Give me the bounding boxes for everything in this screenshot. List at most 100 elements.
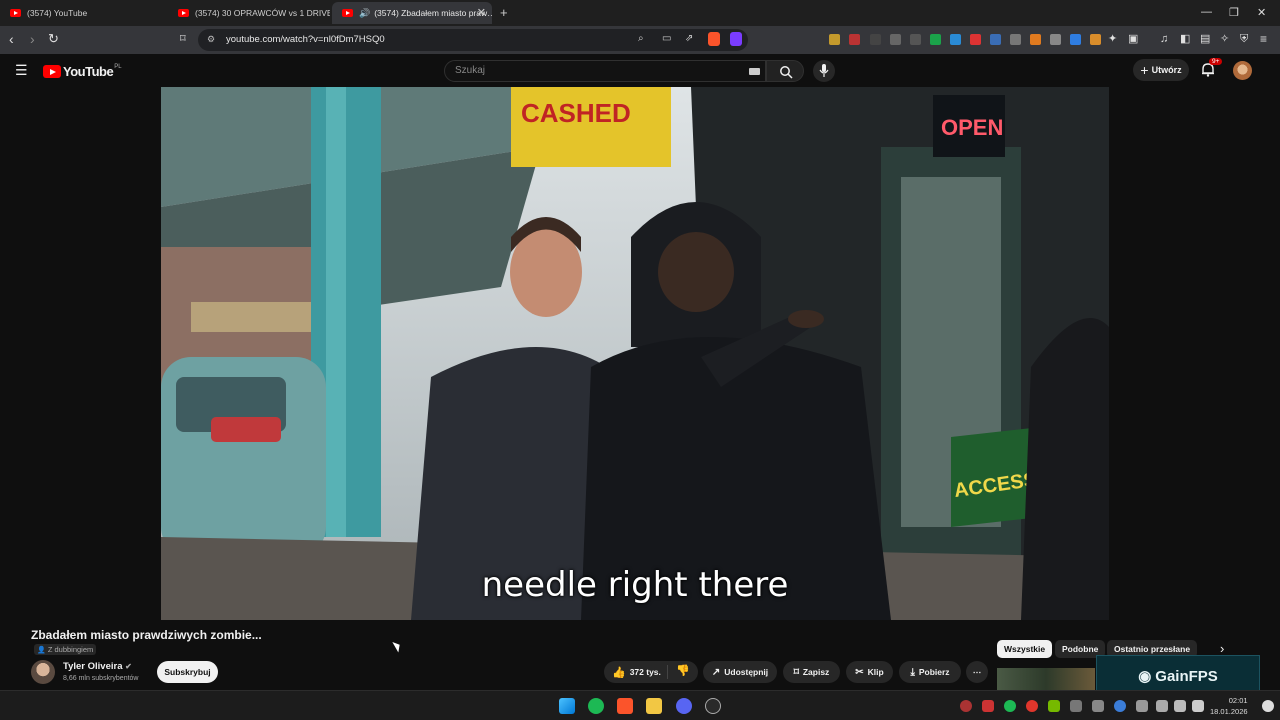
close-window-icon[interactable]: ✕ xyxy=(1257,6,1266,19)
share-page-icon[interactable]: ⇗ xyxy=(685,33,693,44)
bookmark-icon[interactable]: ⌑ xyxy=(180,32,186,46)
tray-nvidia-icon[interactable] xyxy=(1048,700,1060,712)
save-button[interactable]: ⌑ Zapisz xyxy=(783,661,840,683)
extensions-puzzle-icon[interactable]: ✦ xyxy=(1108,32,1117,46)
tray-steam-icon[interactable] xyxy=(1114,700,1126,712)
brave-shields-icon[interactable] xyxy=(708,32,720,46)
screenshot-icon[interactable]: ▣ xyxy=(1128,32,1138,46)
brave-rewards-icon[interactable] xyxy=(730,32,742,46)
channel-name[interactable]: Tyler Oliveira ✔ xyxy=(63,661,132,672)
extension-icon[interactable] xyxy=(910,34,921,45)
youtube-logo-icon xyxy=(43,65,61,78)
download-button[interactable]: ⤓ Pobierz xyxy=(899,661,961,683)
clock[interactable]: 02:01 18.01.2026 xyxy=(1210,695,1248,717)
reload-icon[interactable]: ↻ xyxy=(48,32,59,46)
extension-icon[interactable] xyxy=(970,34,981,45)
video-title: Zbadałem miasto prawdziwych zombie... xyxy=(31,628,262,642)
keyboard-icon[interactable] xyxy=(749,68,760,75)
thumbs-down-icon[interactable]: 👎 xyxy=(676,664,690,677)
volume-icon[interactable] xyxy=(1192,700,1204,712)
chevron-right-icon[interactable]: › xyxy=(1220,641,1224,656)
file-explorer-icon[interactable] xyxy=(646,698,662,714)
video-frame-image: CASHED OPEN ACCESS xyxy=(161,87,1109,620)
address-bar[interactable]: ⚙ youtube.com/watch?v=nl0fDm7HSQ0 ⌕ ▭ ⇗ xyxy=(198,29,748,51)
extension-icon[interactable] xyxy=(1030,34,1041,45)
more-actions-button[interactable]: ⋯ xyxy=(966,661,988,683)
extension-icon[interactable] xyxy=(1010,34,1021,45)
subscribe-button[interactable]: Subskrybuj xyxy=(157,661,218,683)
video-player[interactable]: CASHED OPEN ACCESS needle right there xyxy=(161,87,1109,620)
create-button[interactable]: + Utwórz xyxy=(1133,59,1189,81)
extension-icon[interactable] xyxy=(829,34,840,45)
notifications-button[interactable]: 9+ xyxy=(1201,58,1223,82)
voice-search-button[interactable] xyxy=(813,60,835,82)
recommended-thumbnail[interactable] xyxy=(997,668,1095,690)
download-icon: ⤓ xyxy=(910,666,915,678)
back-icon[interactable]: ‹ xyxy=(9,32,14,46)
vpn-icon[interactable]: ⛨ xyxy=(1240,32,1248,46)
tray-mic-icon[interactable] xyxy=(1156,700,1168,712)
leo-ai-icon[interactable]: ✧ xyxy=(1220,32,1229,46)
tray-app-icon[interactable] xyxy=(982,700,994,712)
wallet-icon[interactable]: ▤ xyxy=(1200,32,1210,46)
restore-icon[interactable]: ❐ xyxy=(1229,6,1239,19)
clock-date: 18.01.2026 xyxy=(1210,707,1248,716)
dub-badge: 👤 Z dubbingiem xyxy=(34,644,97,655)
save-label: Zapisz xyxy=(802,667,830,677)
close-tab-icon[interactable]: ✕ xyxy=(477,6,486,19)
tab-youtube-home[interactable]: (3574) YouTube xyxy=(0,2,168,24)
tray-app-icon[interactable] xyxy=(1026,700,1038,712)
cast-icon[interactable]: ▭ xyxy=(662,33,671,44)
extension-icon[interactable] xyxy=(1090,34,1101,45)
menu-icon[interactable]: ≡ xyxy=(1260,32,1267,46)
windows-start-icon[interactable] xyxy=(559,698,575,714)
region-code: PL xyxy=(114,64,122,70)
media-icon[interactable]: ♫ xyxy=(1160,32,1168,46)
spotify-icon[interactable] xyxy=(588,698,604,714)
discord-icon[interactable] xyxy=(676,698,692,714)
extension-icon[interactable] xyxy=(930,34,941,45)
new-tab-icon[interactable]: + xyxy=(500,5,508,20)
verified-icon: ✔ xyxy=(125,662,132,671)
minimize-icon[interactable]: — xyxy=(1201,6,1212,18)
site-info-icon[interactable]: ⚙ xyxy=(207,34,215,45)
speaker-icon: 🔊 xyxy=(359,7,371,18)
extension-icon[interactable] xyxy=(1070,34,1081,45)
brave-browser-icon[interactable] xyxy=(617,698,633,714)
search-icon xyxy=(780,66,793,79)
sidebar-icon[interactable]: ◧ xyxy=(1180,32,1190,46)
tray-bluetooth-icon[interactable] xyxy=(1136,700,1148,712)
extension-icon[interactable] xyxy=(950,34,961,45)
tray-app-icon[interactable] xyxy=(1092,700,1104,712)
like-count[interactable]: 372 tys. xyxy=(630,667,661,677)
forward-icon[interactable]: › xyxy=(30,32,35,46)
tab-oprawcow[interactable]: (3574) 30 OPRAWCÓW vs 1 DRIVEM… xyxy=(168,2,330,24)
gainfps-label: GainFPS xyxy=(1155,667,1218,685)
network-icon[interactable] xyxy=(1174,700,1186,712)
notification-center-icon[interactable] xyxy=(1262,700,1274,712)
zoom-icon[interactable]: ⌕ xyxy=(638,33,644,44)
steam-icon[interactable] xyxy=(705,698,721,714)
youtube-logo[interactable]: YouTube PL xyxy=(43,64,122,79)
tray-app-icon[interactable] xyxy=(960,700,972,712)
extension-icon[interactable] xyxy=(890,34,901,45)
browser-toolbar: ‹ › ↻ ⌑ ⚙ youtube.com/watch?v=nl0fDm7HSQ… xyxy=(0,26,1280,54)
extension-icon[interactable] xyxy=(1050,34,1061,45)
tray-spotify-icon[interactable] xyxy=(1004,700,1016,712)
extension-icon[interactable] xyxy=(870,34,881,45)
extension-icon[interactable] xyxy=(990,34,1001,45)
hamburger-menu-icon[interactable]: ☰ xyxy=(15,62,28,79)
tray-app-icon[interactable] xyxy=(1070,700,1082,712)
thumbs-up-icon[interactable]: 👍 xyxy=(612,666,626,679)
share-button[interactable]: ↗ Udostępnij xyxy=(703,661,777,683)
search-button[interactable] xyxy=(766,60,804,82)
extension-icon[interactable] xyxy=(849,34,860,45)
youtube-favicon-icon xyxy=(342,9,353,17)
tab-zbadalem-active[interactable]: 🔊 (3574) Zbadałem miasto praw… ✕ xyxy=(332,2,492,24)
search-input[interactable]: Szukaj xyxy=(444,60,766,82)
youtube-favicon-icon xyxy=(10,9,21,17)
account-avatar[interactable] xyxy=(1233,61,1252,80)
clip-button[interactable]: ✂ Klip xyxy=(846,661,893,683)
channel-avatar[interactable] xyxy=(31,660,55,684)
chip-all[interactable]: Wszystkie xyxy=(997,640,1053,658)
